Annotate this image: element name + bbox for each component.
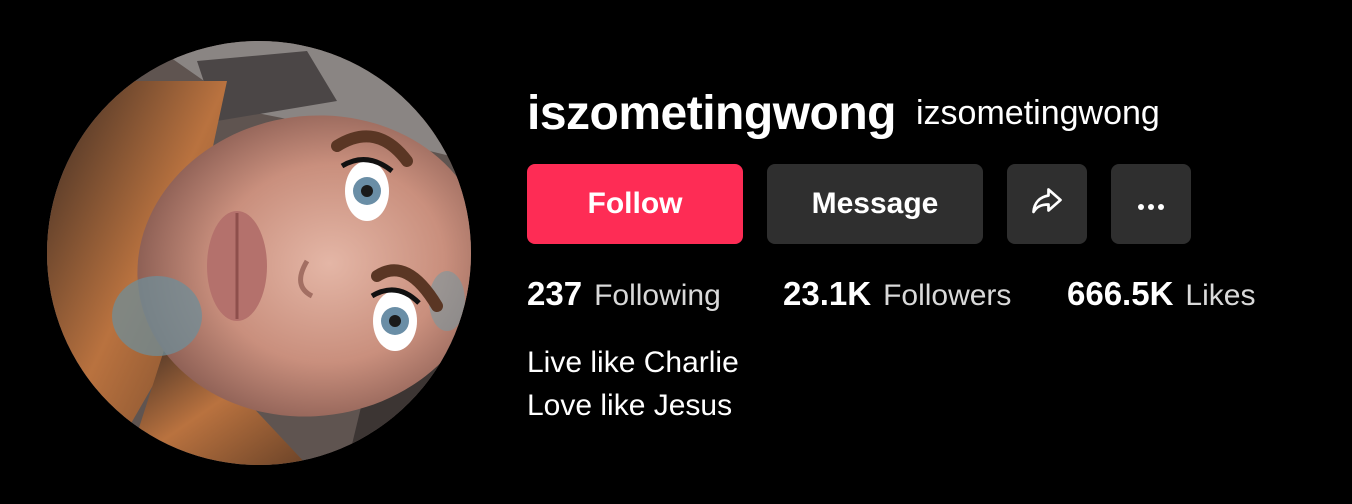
following-count: 237 [527,275,583,312]
profile-bio: Live like Charlie Love like Jesus [527,341,739,427]
follow-button[interactable]: Follow [527,164,743,244]
stat-likes: 666.5K Likes [1067,272,1255,323]
stat-followers[interactable]: 23.1K Followers [783,272,1011,323]
followers-count: 23.1K [783,275,872,312]
likes-label: Likes [1185,279,1256,312]
share-arrow-icon [1029,182,1065,226]
stat-following[interactable]: 237 Following [527,272,721,323]
more-dots-icon [1133,187,1169,221]
bio-line: Love like Jesus [527,389,733,422]
avatar-photo [47,41,471,465]
followers-label: Followers [883,279,1012,312]
username: iszometingwong [527,87,896,140]
likes-count: 666.5K [1067,275,1174,312]
avatar[interactable] [47,41,471,465]
message-button[interactable]: Message [767,164,983,244]
share-button[interactable] [1007,164,1087,244]
following-label: Following [594,279,721,312]
more-button[interactable] [1111,164,1191,244]
nickname: izsometingwong [916,94,1160,132]
bio-line: Live like Charlie [527,346,739,379]
